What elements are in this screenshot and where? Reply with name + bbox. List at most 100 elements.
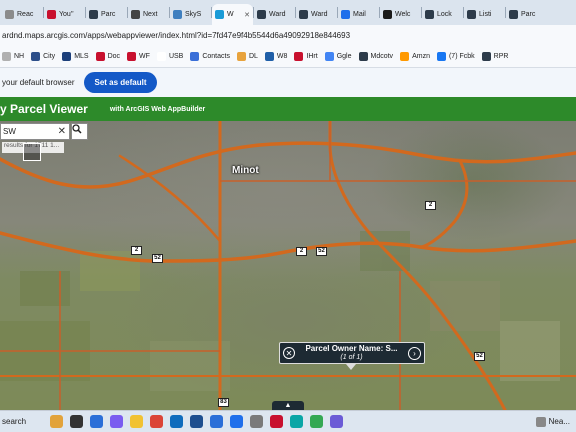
close-icon[interactable]: ✕ xyxy=(283,347,295,359)
tab-label: Ward xyxy=(269,11,286,18)
photos-icon[interactable] xyxy=(330,415,343,428)
tab-label: Parc xyxy=(101,11,116,18)
url-text[interactable]: ardnd.maps.arcgis.com/apps/webappviewer/… xyxy=(2,31,350,40)
taskbar: search Nea... xyxy=(0,410,576,432)
browser-tab[interactable]: Reac xyxy=(2,4,43,25)
search-input[interactable]: SW ✕ xyxy=(0,123,70,140)
chrome-icon[interactable] xyxy=(150,415,163,428)
search-value[interactable]: SW xyxy=(3,127,16,136)
edge-icon[interactable] xyxy=(290,415,303,428)
news-widget[interactable]: Nea... xyxy=(535,416,570,427)
chrome-icon-2[interactable] xyxy=(310,415,323,428)
tab-favicon-icon xyxy=(5,10,14,19)
copilot-icon[interactable] xyxy=(50,415,63,428)
bookmark-label: Doc xyxy=(107,53,121,60)
app-icon[interactable] xyxy=(210,415,223,428)
browser-tab[interactable]: Parc xyxy=(506,4,547,25)
bookmarks-bar: NH City MLS Doc WF USB Contacts DL W8 IHrt Ggle Mdc… xyxy=(0,46,576,68)
tab-favicon-icon xyxy=(341,10,350,19)
bookmark-label: IHrt xyxy=(306,53,318,60)
tab-favicon-icon xyxy=(509,10,518,19)
search-button[interactable] xyxy=(71,123,88,140)
default-browser-infobar: your default browser Set as default xyxy=(0,68,576,97)
bookmark-favicon-icon xyxy=(2,52,11,61)
app-icon-3[interactable] xyxy=(270,415,283,428)
route-shield: 2 xyxy=(425,201,436,210)
map-view[interactable]: SW ✕ results for 1711 1... Minot 2 2 52 … xyxy=(0,121,576,410)
app-icon-2[interactable] xyxy=(250,415,263,428)
bookmark-item[interactable]: DL xyxy=(236,52,258,61)
browser-tab[interactable]: Mail xyxy=(338,4,379,25)
highway-52-south xyxy=(328,121,507,410)
bookmark-favicon-icon xyxy=(236,52,246,61)
browser-tab[interactable]: Ward xyxy=(296,4,337,25)
tab-favicon-icon xyxy=(383,10,392,19)
bookmark-item[interactable]: City xyxy=(31,52,55,61)
bookmark-favicon-icon xyxy=(264,52,274,61)
set-as-default-button[interactable]: Set as default xyxy=(84,72,157,93)
bookmark-item[interactable]: MLS xyxy=(62,52,89,61)
next-feature-icon[interactable]: › xyxy=(408,346,421,360)
bookmark-favicon-icon xyxy=(190,52,200,61)
popup-body: Parcel Owner Name: S... (1 of 1) xyxy=(295,344,408,362)
copilot-app-icon[interactable] xyxy=(110,415,123,428)
browser-tab[interactable]: Ward xyxy=(254,4,295,25)
browser-tab[interactable]: Welc xyxy=(380,4,421,25)
bookmark-label: Mdcotv xyxy=(370,53,394,60)
store-icon[interactable] xyxy=(230,415,243,428)
app-header: y Parcel Viewer with ArcGIS Web AppBuild… xyxy=(0,97,576,121)
widgets-icon[interactable] xyxy=(90,415,103,428)
browser-tab[interactable]: SkyS xyxy=(170,4,211,25)
bookmark-favicon-icon xyxy=(62,52,72,61)
bookmark-item[interactable]: USB xyxy=(156,52,183,61)
app-subtitle: with ArcGIS Web AppBuilder xyxy=(109,105,206,113)
bookmark-item[interactable]: NH xyxy=(2,52,24,61)
taskbar-search[interactable]: search xyxy=(2,417,50,426)
field-patches xyxy=(0,231,560,391)
browser-tab[interactable]: W ✕ xyxy=(212,4,253,25)
popup-title[interactable]: Parcel Owner Name: S... xyxy=(295,344,408,353)
file-explorer-icon[interactable] xyxy=(130,415,143,428)
browser-tab[interactable]: Next xyxy=(128,4,169,25)
bookmark-item[interactable]: RPR xyxy=(481,52,508,61)
tab-label: Ward xyxy=(311,11,328,18)
news-label: Nea... xyxy=(548,417,570,426)
clear-icon[interactable]: ✕ xyxy=(58,126,66,137)
tab-favicon-icon xyxy=(425,10,434,19)
bookmark-item[interactable]: Amzn xyxy=(400,52,430,61)
tab-label: Welc xyxy=(395,11,411,18)
popup-count: (1 of 1) xyxy=(340,354,363,361)
draw-tool-button[interactable] xyxy=(23,143,41,161)
browser-tab[interactable]: Listi xyxy=(464,4,505,25)
bookmark-label: NH xyxy=(14,53,25,60)
browser-tab[interactable]: You'’ xyxy=(44,4,85,25)
bookmark-item[interactable]: W8 xyxy=(264,52,287,61)
outlook-icon[interactable] xyxy=(170,415,183,428)
attribute-table-toggle[interactable]: ▲ xyxy=(272,401,304,410)
bookmark-item[interactable]: Mdcotv xyxy=(358,52,394,61)
bookmark-item[interactable]: WF xyxy=(127,52,150,61)
tab-favicon-icon xyxy=(215,10,224,19)
tab-label: W xyxy=(227,11,234,18)
browser-tab[interactable]: Lock xyxy=(422,4,463,25)
bookmark-item[interactable]: IHrt xyxy=(294,52,318,61)
parcel-popup: ✕ Parcel Owner Name: S... (1 of 1) › xyxy=(279,342,425,364)
tab-favicon-icon xyxy=(257,10,266,19)
bookmark-label: WF xyxy=(139,53,150,60)
bookmark-favicon-icon xyxy=(324,52,334,61)
bookmark-label: MLS xyxy=(74,53,89,60)
bookmark-item[interactable]: Ggle xyxy=(324,52,352,61)
bookmark-item[interactable]: (7) Fcbk xyxy=(436,52,475,61)
route-shield: 2 xyxy=(131,246,142,255)
tab-label: Listi xyxy=(479,11,492,18)
city-label: Minot xyxy=(232,165,259,176)
powershell-icon[interactable] xyxy=(190,415,203,428)
bookmark-item[interactable]: Contacts xyxy=(190,52,230,61)
browser-tab[interactable]: Parc xyxy=(86,4,127,25)
close-tab-icon[interactable]: ✕ xyxy=(244,11,250,19)
bookmark-item[interactable]: Doc xyxy=(95,52,121,61)
bookmark-label: Amzn xyxy=(412,53,430,60)
search-icon xyxy=(72,124,82,134)
task-view-icon[interactable] xyxy=(70,415,83,428)
address-bar[interactable]: ardnd.maps.arcgis.com/apps/webappviewer/… xyxy=(0,25,576,46)
